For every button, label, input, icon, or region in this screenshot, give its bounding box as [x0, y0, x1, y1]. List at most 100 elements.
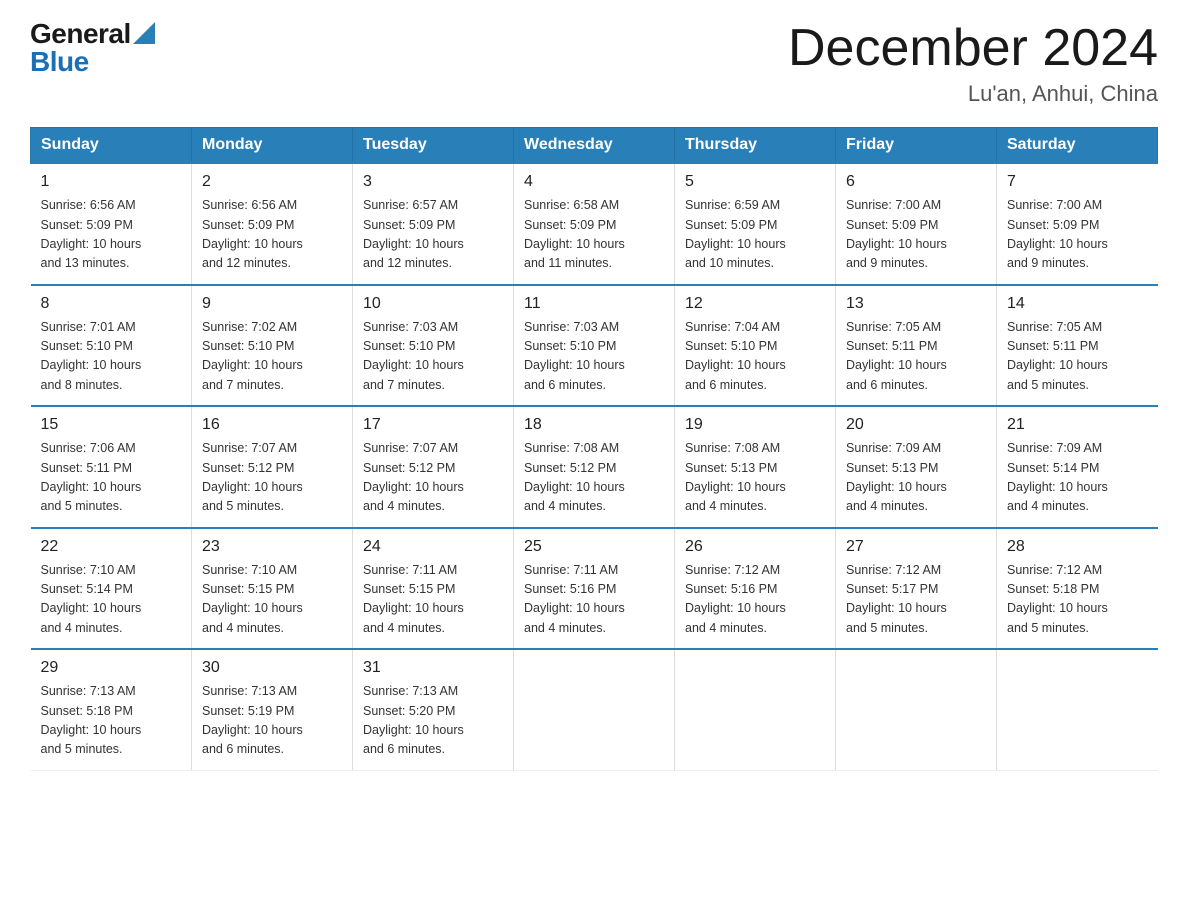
day-info: Sunrise: 7:12 AMSunset: 5:18 PMDaylight:…	[1007, 561, 1148, 639]
logo-blue-text: Blue	[30, 48, 155, 76]
day-number: 10	[363, 292, 503, 316]
day-number: 29	[41, 656, 182, 680]
day-info: Sunrise: 6:57 AMSunset: 5:09 PMDaylight:…	[363, 196, 503, 274]
day-number: 1	[41, 170, 182, 194]
calendar-cell: 26Sunrise: 7:12 AMSunset: 5:16 PMDayligh…	[675, 528, 836, 650]
calendar-week-row: 1Sunrise: 6:56 AMSunset: 5:09 PMDaylight…	[31, 163, 1158, 285]
calendar-cell: 24Sunrise: 7:11 AMSunset: 5:15 PMDayligh…	[353, 528, 514, 650]
day-of-week-header: Tuesday	[353, 128, 514, 164]
day-info: Sunrise: 6:58 AMSunset: 5:09 PMDaylight:…	[524, 196, 664, 274]
day-info: Sunrise: 7:05 AMSunset: 5:11 PMDaylight:…	[846, 318, 986, 396]
day-info: Sunrise: 7:13 AMSunset: 5:20 PMDaylight:…	[363, 682, 503, 760]
calendar-cell: 9Sunrise: 7:02 AMSunset: 5:10 PMDaylight…	[192, 285, 353, 407]
calendar-cell: 28Sunrise: 7:12 AMSunset: 5:18 PMDayligh…	[997, 528, 1158, 650]
logo-triangle-icon	[133, 22, 155, 44]
day-info: Sunrise: 7:01 AMSunset: 5:10 PMDaylight:…	[41, 318, 182, 396]
calendar-cell	[675, 649, 836, 770]
day-info: Sunrise: 7:13 AMSunset: 5:18 PMDaylight:…	[41, 682, 182, 760]
calendar-header-row: SundayMondayTuesdayWednesdayThursdayFrid…	[31, 128, 1158, 164]
day-number: 22	[41, 535, 182, 559]
calendar-cell: 7Sunrise: 7:00 AMSunset: 5:09 PMDaylight…	[997, 163, 1158, 285]
day-info: Sunrise: 6:56 AMSunset: 5:09 PMDaylight:…	[202, 196, 342, 274]
calendar-cell: 3Sunrise: 6:57 AMSunset: 5:09 PMDaylight…	[353, 163, 514, 285]
day-info: Sunrise: 7:00 AMSunset: 5:09 PMDaylight:…	[846, 196, 986, 274]
day-info: Sunrise: 7:06 AMSunset: 5:11 PMDaylight:…	[41, 439, 182, 517]
day-number: 8	[41, 292, 182, 316]
calendar-cell: 23Sunrise: 7:10 AMSunset: 5:15 PMDayligh…	[192, 528, 353, 650]
day-number: 15	[41, 413, 182, 437]
day-info: Sunrise: 7:05 AMSunset: 5:11 PMDaylight:…	[1007, 318, 1148, 396]
calendar-cell: 15Sunrise: 7:06 AMSunset: 5:11 PMDayligh…	[31, 406, 192, 528]
day-info: Sunrise: 7:10 AMSunset: 5:15 PMDaylight:…	[202, 561, 342, 639]
day-info: Sunrise: 7:03 AMSunset: 5:10 PMDaylight:…	[363, 318, 503, 396]
calendar-week-row: 29Sunrise: 7:13 AMSunset: 5:18 PMDayligh…	[31, 649, 1158, 770]
day-info: Sunrise: 7:00 AMSunset: 5:09 PMDaylight:…	[1007, 196, 1148, 274]
day-number: 2	[202, 170, 342, 194]
day-info: Sunrise: 7:09 AMSunset: 5:13 PMDaylight:…	[846, 439, 986, 517]
calendar-cell: 12Sunrise: 7:04 AMSunset: 5:10 PMDayligh…	[675, 285, 836, 407]
day-number: 27	[846, 535, 986, 559]
day-of-week-header: Thursday	[675, 128, 836, 164]
day-info: Sunrise: 7:09 AMSunset: 5:14 PMDaylight:…	[1007, 439, 1148, 517]
day-info: Sunrise: 7:03 AMSunset: 5:10 PMDaylight:…	[524, 318, 664, 396]
title-block: December 2024 Lu'an, Anhui, China	[788, 20, 1158, 107]
calendar-cell: 14Sunrise: 7:05 AMSunset: 5:11 PMDayligh…	[997, 285, 1158, 407]
calendar-cell	[836, 649, 997, 770]
day-number: 31	[363, 656, 503, 680]
day-number: 13	[846, 292, 986, 316]
day-number: 16	[202, 413, 342, 437]
calendar-cell: 10Sunrise: 7:03 AMSunset: 5:10 PMDayligh…	[353, 285, 514, 407]
calendar-cell: 4Sunrise: 6:58 AMSunset: 5:09 PMDaylight…	[514, 163, 675, 285]
calendar-cell: 31Sunrise: 7:13 AMSunset: 5:20 PMDayligh…	[353, 649, 514, 770]
day-info: Sunrise: 7:08 AMSunset: 5:12 PMDaylight:…	[524, 439, 664, 517]
day-number: 25	[524, 535, 664, 559]
calendar-cell: 18Sunrise: 7:08 AMSunset: 5:12 PMDayligh…	[514, 406, 675, 528]
day-number: 30	[202, 656, 342, 680]
day-number: 19	[685, 413, 825, 437]
calendar-cell: 5Sunrise: 6:59 AMSunset: 5:09 PMDaylight…	[675, 163, 836, 285]
day-number: 7	[1007, 170, 1148, 194]
day-number: 11	[524, 292, 664, 316]
calendar-subtitle: Lu'an, Anhui, China	[788, 81, 1158, 107]
day-info: Sunrise: 7:07 AMSunset: 5:12 PMDaylight:…	[202, 439, 342, 517]
day-number: 3	[363, 170, 503, 194]
calendar-cell: 19Sunrise: 7:08 AMSunset: 5:13 PMDayligh…	[675, 406, 836, 528]
day-number: 14	[1007, 292, 1148, 316]
day-info: Sunrise: 6:56 AMSunset: 5:09 PMDaylight:…	[41, 196, 182, 274]
calendar-cell	[514, 649, 675, 770]
calendar-week-row: 15Sunrise: 7:06 AMSunset: 5:11 PMDayligh…	[31, 406, 1158, 528]
day-number: 23	[202, 535, 342, 559]
day-info: Sunrise: 7:11 AMSunset: 5:16 PMDaylight:…	[524, 561, 664, 639]
calendar-cell: 2Sunrise: 6:56 AMSunset: 5:09 PMDaylight…	[192, 163, 353, 285]
day-info: Sunrise: 7:11 AMSunset: 5:15 PMDaylight:…	[363, 561, 503, 639]
day-number: 6	[846, 170, 986, 194]
page-header: General Blue December 2024 Lu'an, Anhui,…	[30, 20, 1158, 107]
day-number: 28	[1007, 535, 1148, 559]
day-of-week-header: Monday	[192, 128, 353, 164]
day-number: 17	[363, 413, 503, 437]
calendar-cell: 13Sunrise: 7:05 AMSunset: 5:11 PMDayligh…	[836, 285, 997, 407]
day-info: Sunrise: 7:04 AMSunset: 5:10 PMDaylight:…	[685, 318, 825, 396]
calendar-cell: 6Sunrise: 7:00 AMSunset: 5:09 PMDaylight…	[836, 163, 997, 285]
day-number: 20	[846, 413, 986, 437]
day-number: 9	[202, 292, 342, 316]
day-info: Sunrise: 7:02 AMSunset: 5:10 PMDaylight:…	[202, 318, 342, 396]
calendar-week-row: 8Sunrise: 7:01 AMSunset: 5:10 PMDaylight…	[31, 285, 1158, 407]
calendar-cell: 29Sunrise: 7:13 AMSunset: 5:18 PMDayligh…	[31, 649, 192, 770]
calendar-cell: 22Sunrise: 7:10 AMSunset: 5:14 PMDayligh…	[31, 528, 192, 650]
calendar-cell: 8Sunrise: 7:01 AMSunset: 5:10 PMDaylight…	[31, 285, 192, 407]
day-info: Sunrise: 7:13 AMSunset: 5:19 PMDaylight:…	[202, 682, 342, 760]
day-number: 26	[685, 535, 825, 559]
calendar-title: December 2024	[788, 20, 1158, 77]
calendar-cell	[997, 649, 1158, 770]
calendar-cell: 25Sunrise: 7:11 AMSunset: 5:16 PMDayligh…	[514, 528, 675, 650]
day-of-week-header: Sunday	[31, 128, 192, 164]
day-number: 4	[524, 170, 664, 194]
calendar-week-row: 22Sunrise: 7:10 AMSunset: 5:14 PMDayligh…	[31, 528, 1158, 650]
logo: General Blue	[30, 20, 155, 76]
logo-general-text: General	[30, 20, 131, 48]
day-number: 21	[1007, 413, 1148, 437]
calendar-table: SundayMondayTuesdayWednesdayThursdayFrid…	[30, 127, 1158, 771]
calendar-cell: 16Sunrise: 7:07 AMSunset: 5:12 PMDayligh…	[192, 406, 353, 528]
day-of-week-header: Friday	[836, 128, 997, 164]
